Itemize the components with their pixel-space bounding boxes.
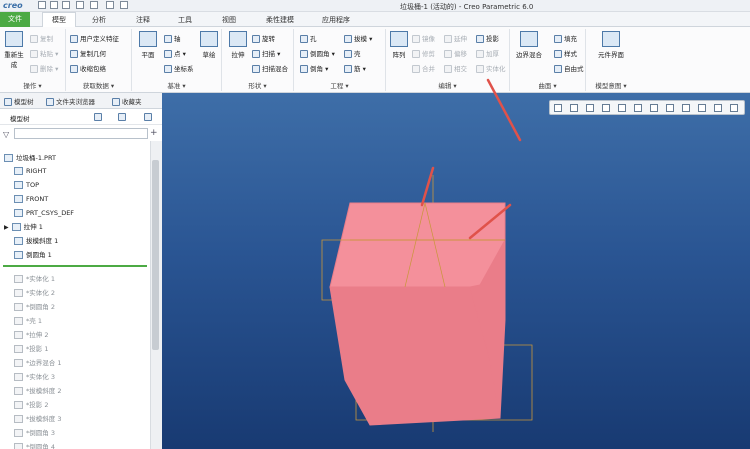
model-top-face [329,202,506,288]
model-canvas [321,78,533,432]
model-side-face [329,286,501,426]
arrow-to-top-edge [420,166,435,207]
arrow-to-solidify [486,78,522,142]
